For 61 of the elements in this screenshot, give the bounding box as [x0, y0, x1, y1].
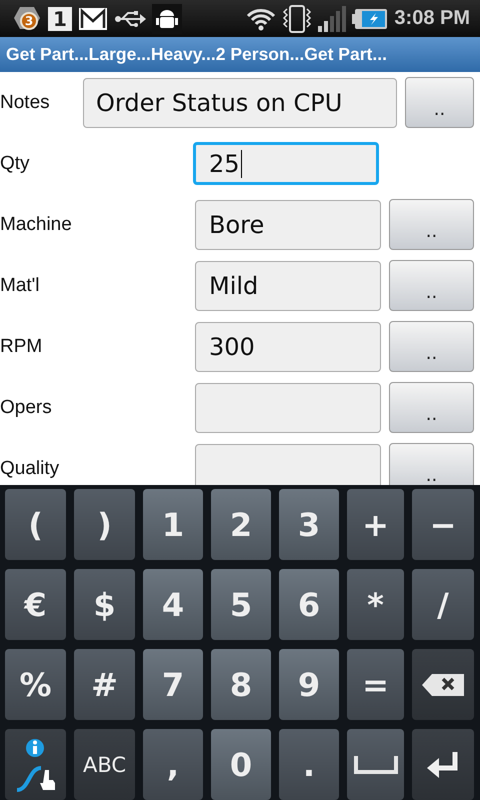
- field-label: Machine: [0, 214, 73, 236]
- window-title: Get Part...Large...Heavy...2 Person...Get Part...: [0, 37, 480, 72]
- input-field[interactable]: 300: [195, 322, 381, 372]
- wifi-icon: [246, 6, 276, 30]
- symbol-key[interactable]: /: [412, 569, 474, 640]
- input-field[interactable]: 25: [193, 142, 379, 186]
- browse-button[interactable]: ..: [389, 382, 474, 434]
- field-label: Mat'l: [0, 274, 41, 297]
- symbol-key[interactable]: +: [347, 489, 404, 560]
- enter-key[interactable]: [412, 729, 474, 800]
- digit-key[interactable]: 4: [143, 569, 203, 640]
- enter-icon: [427, 752, 459, 778]
- field-label: Qty: [0, 152, 31, 175]
- digit-key[interactable]: 1: [143, 489, 203, 560]
- symbol-key[interactable]: −: [412, 489, 474, 560]
- field-label: Notes: [0, 92, 51, 114]
- symbol-key[interactable]: .: [279, 729, 339, 800]
- browse-button[interactable]: ..: [389, 443, 474, 485]
- input-field[interactable]: [195, 382, 381, 433]
- digit-key[interactable]: 6: [279, 569, 339, 640]
- clock-time: 3:08 PM: [394, 7, 470, 30]
- field-label: Quality: [0, 458, 60, 480]
- input-field[interactable]: [195, 444, 381, 485]
- browse-button[interactable]: ..: [389, 260, 474, 312]
- input-field[interactable]: Order Status on CPU: [83, 78, 397, 128]
- field-label: Opers: [0, 396, 53, 419]
- backspace-icon: [422, 674, 464, 696]
- digit-key[interactable]: 0: [211, 729, 271, 800]
- input-field[interactable]: Bore: [195, 200, 381, 250]
- symbol-key[interactable]: =: [347, 649, 404, 720]
- swype-key[interactable]: [5, 729, 66, 800]
- swype-icon: [14, 738, 56, 792]
- signal-icon: [318, 6, 346, 32]
- browse-button[interactable]: ..: [389, 321, 474, 372]
- usb-icon: [114, 10, 146, 28]
- mode-key[interactable]: ABC: [74, 729, 135, 800]
- digit-key[interactable]: 2: [211, 489, 271, 560]
- battery-charging-icon: [352, 8, 388, 30]
- digit-key[interactable]: 7: [143, 649, 203, 720]
- symbol-key[interactable]: ): [74, 489, 135, 560]
- symbol-key[interactable]: (: [5, 489, 66, 560]
- space-key[interactable]: [347, 729, 404, 800]
- calendar-icon: 1: [48, 6, 72, 30]
- symbol-key[interactable]: #: [74, 649, 135, 720]
- symbol-key[interactable]: $: [74, 569, 135, 640]
- digit-key[interactable]: 8: [211, 649, 271, 720]
- backspace-key[interactable]: [412, 649, 474, 720]
- mail-icon: [78, 6, 108, 30]
- digit-key[interactable]: 3: [279, 489, 339, 560]
- input-field[interactable]: Mild: [195, 260, 381, 311]
- symbol-key[interactable]: %: [5, 649, 66, 720]
- digit-key[interactable]: 9: [279, 649, 339, 720]
- symbol-key[interactable]: *: [347, 569, 404, 640]
- vibrate-icon: [282, 4, 312, 32]
- field-label: RPM: [0, 336, 44, 358]
- browse-button[interactable]: ..: [405, 77, 474, 128]
- symbol-key[interactable]: €: [5, 569, 66, 640]
- browse-button[interactable]: ..: [389, 199, 474, 250]
- symbol-key[interactable]: ,: [143, 729, 203, 800]
- space-icon: [354, 756, 398, 774]
- digit-key[interactable]: 5: [211, 569, 271, 640]
